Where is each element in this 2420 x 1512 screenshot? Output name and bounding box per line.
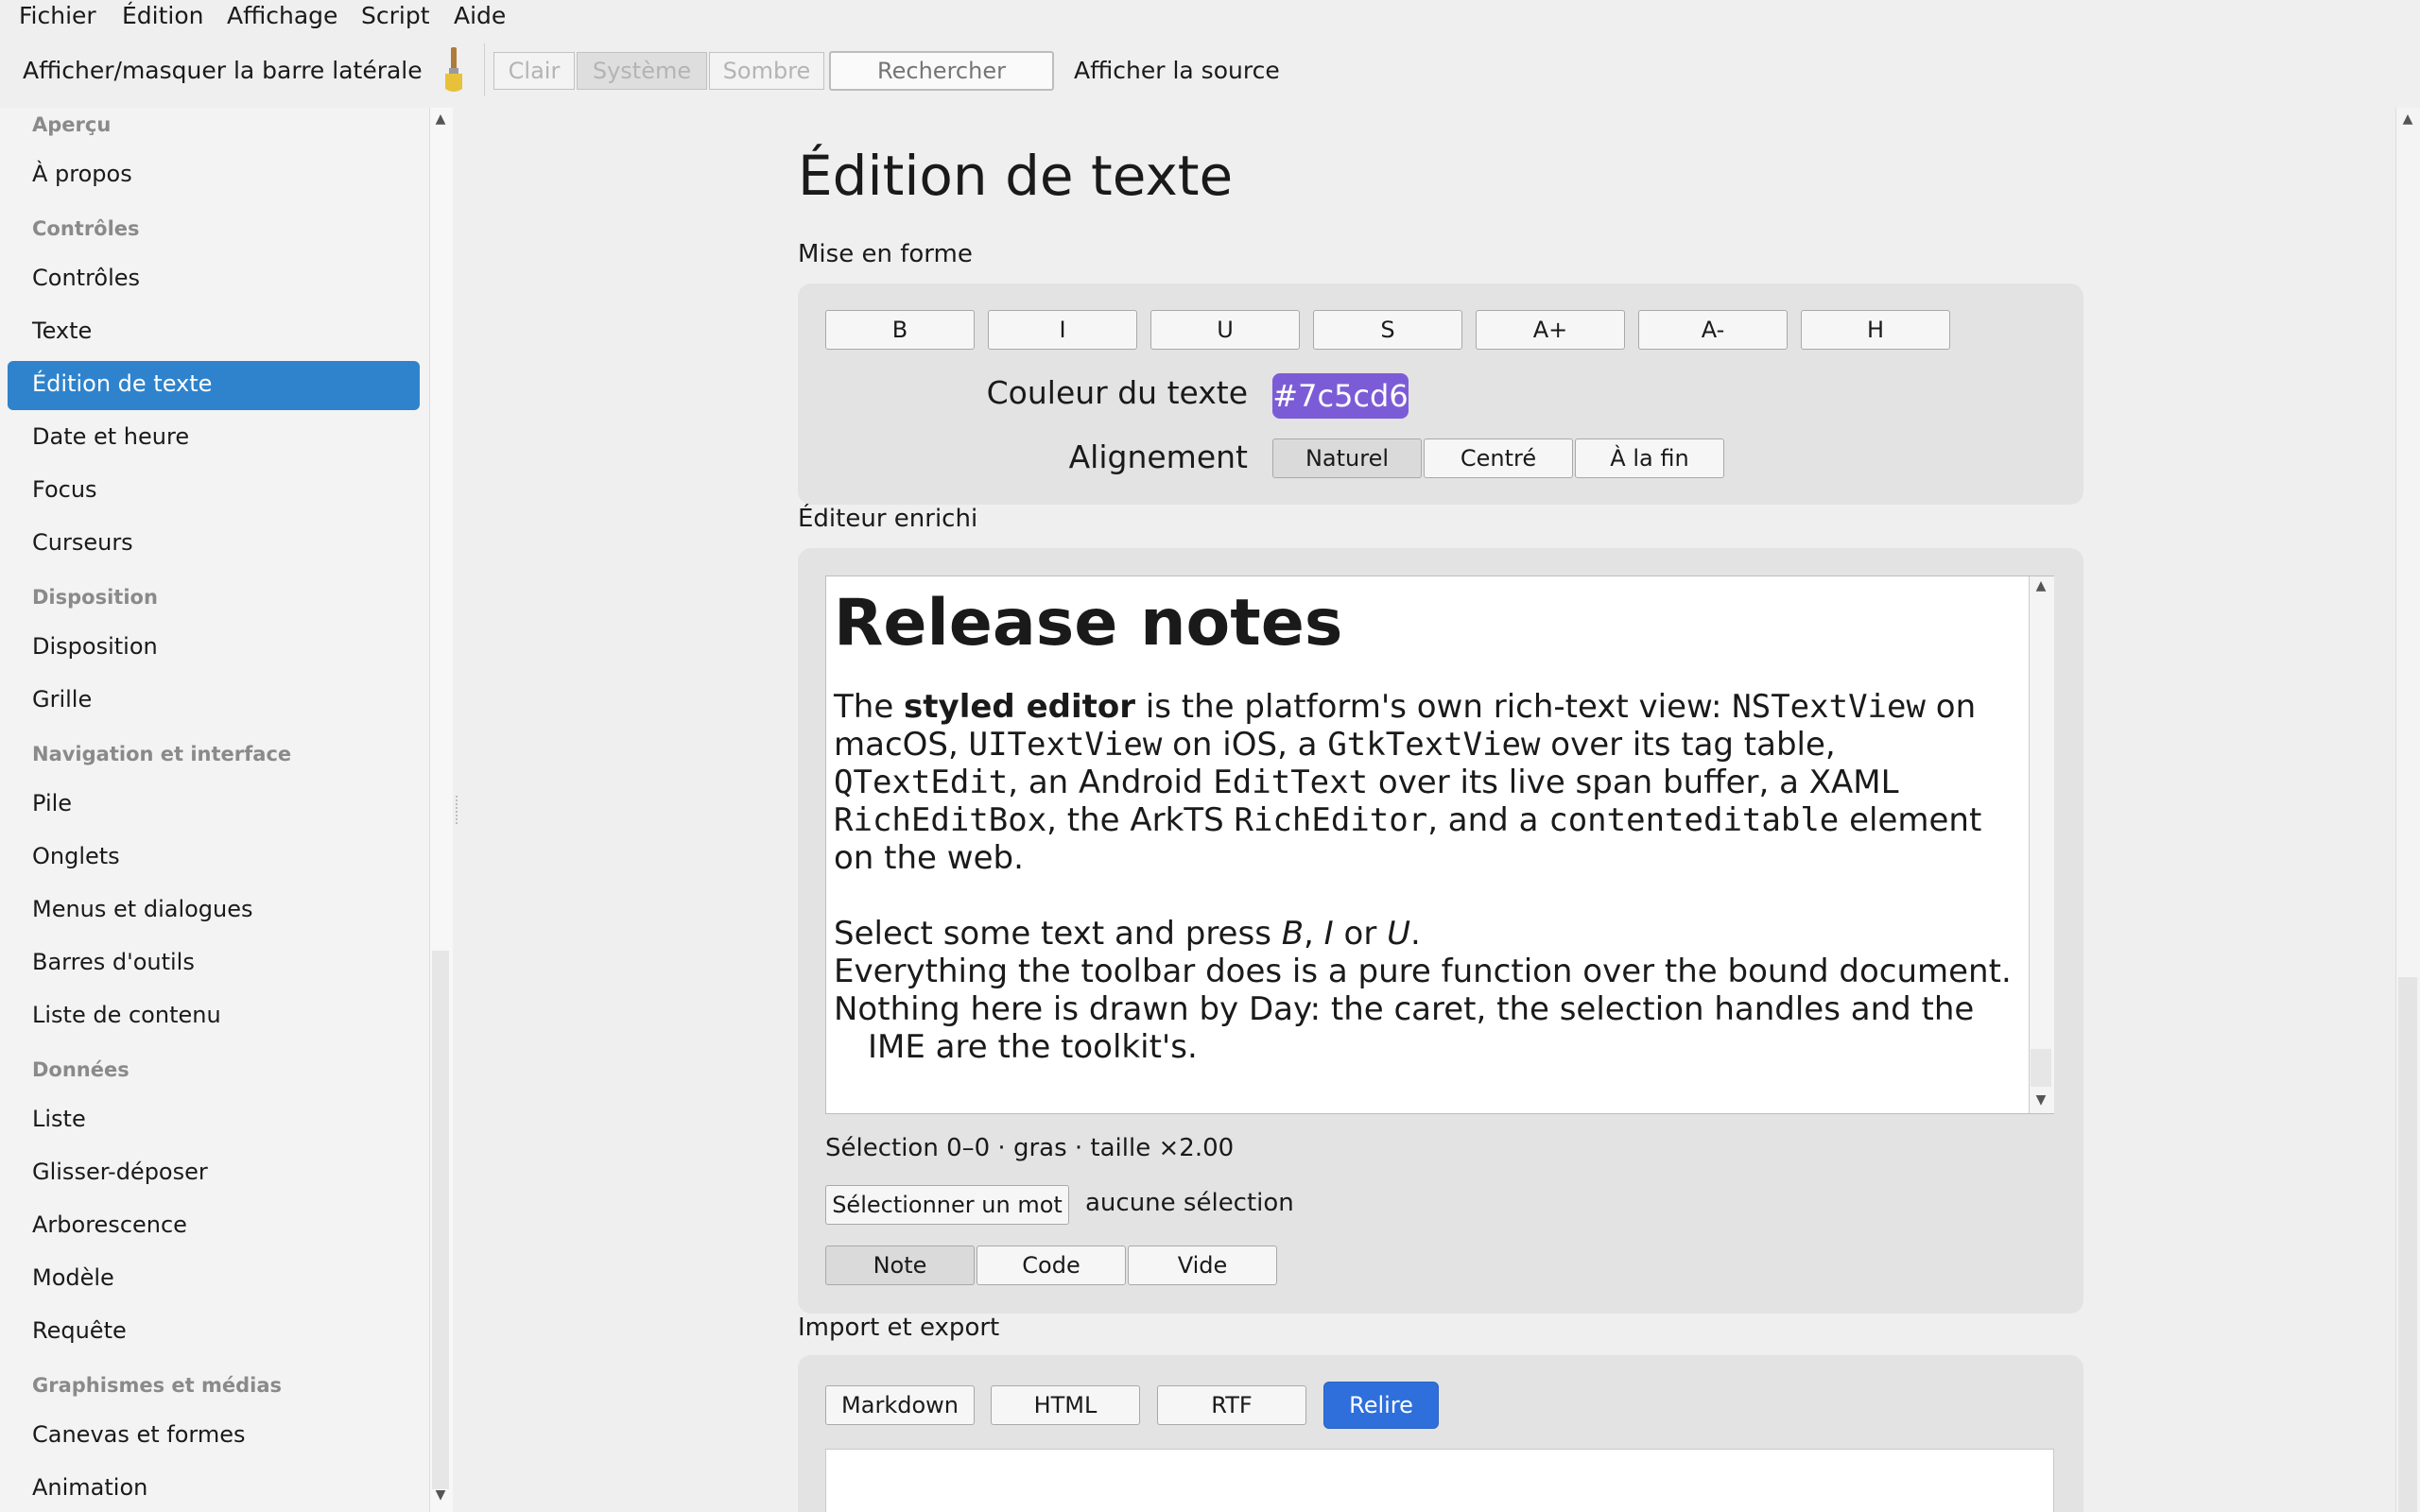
sidebar-header-navigation: Navigation et interface bbox=[32, 743, 292, 765]
import-export-output[interactable] bbox=[825, 1449, 2054, 1512]
underline-button[interactable]: U bbox=[1150, 310, 1300, 350]
selection-text: aucune sélection bbox=[1085, 1189, 1294, 1217]
sidebar-item-canevas-et-formes[interactable]: Canevas et formes bbox=[32, 1421, 246, 1448]
formatting-section-label: Mise en forme bbox=[798, 240, 973, 268]
main-scroll-up-arrow-icon[interactable]: ▲ bbox=[2399, 112, 2416, 127]
sidebar-item-disposition[interactable]: Disposition bbox=[32, 633, 158, 660]
theme-dark-button[interactable]: Sombre bbox=[709, 52, 824, 90]
scroll-up-arrow-icon[interactable]: ▲ bbox=[432, 112, 449, 127]
sidebar-item-animation[interactable]: Animation bbox=[32, 1474, 147, 1501]
rtf-button[interactable]: RTF bbox=[1157, 1385, 1306, 1425]
reload-button[interactable]: Relire bbox=[1323, 1382, 1439, 1429]
rich-editor-section-label: Éditeur enrichi bbox=[798, 505, 978, 533]
sidebar-header-graphismes: Graphismes et médias bbox=[32, 1374, 282, 1397]
markdown-button[interactable]: Markdown bbox=[825, 1385, 975, 1425]
editor-scrollbar-thumb[interactable] bbox=[2031, 1049, 2051, 1087]
align-end-button[interactable]: À la fin bbox=[1575, 438, 1724, 478]
strikethrough-button[interactable]: S bbox=[1313, 310, 1462, 350]
toolbar: Afficher/masquer la barre latérale Clair… bbox=[0, 32, 2420, 108]
sidebar-scrollbar-thumb[interactable] bbox=[432, 951, 449, 1489]
menu-edition[interactable]: Édition bbox=[122, 0, 204, 32]
sidebar-item-a-propos[interactable]: À propos bbox=[32, 161, 132, 187]
menu-aide[interactable]: Aide bbox=[454, 0, 506, 32]
highlight-button[interactable]: H bbox=[1801, 310, 1950, 350]
sidebar-header-apercu: Aperçu bbox=[32, 113, 112, 136]
sidebar-item-controles[interactable]: Contrôles bbox=[32, 265, 140, 291]
menu-bar: Fichier Édition Affichage Script Aide bbox=[0, 0, 2420, 32]
sidebar: Aperçu À propos Contrôles Contrôles Text… bbox=[0, 108, 429, 1512]
increase-size-button[interactable]: A+ bbox=[1476, 310, 1625, 350]
menu-affichage[interactable]: Affichage bbox=[227, 0, 337, 32]
sidebar-item-menus-et-dialogues[interactable]: Menus et dialogues bbox=[32, 896, 253, 922]
preset-note-button[interactable]: Note bbox=[825, 1246, 975, 1285]
sidebar-item-grille[interactable]: Grille bbox=[32, 686, 92, 713]
editor-paragraph-1: The styled editor is the platform's own … bbox=[834, 688, 1982, 877]
search-input[interactable] bbox=[829, 51, 1054, 91]
editor-scroll-down-icon[interactable]: ▼ bbox=[2032, 1092, 2049, 1108]
sidebar-item-curseurs[interactable]: Curseurs bbox=[32, 529, 133, 556]
text-color-swatch[interactable]: #7c5cd6 bbox=[1272, 373, 1409, 419]
sidebar-header-controles: Contrôles bbox=[32, 217, 140, 240]
alignment-label: Alignement bbox=[1068, 438, 1248, 475]
page-title: Édition de texte bbox=[798, 144, 1234, 208]
paintbrush-icon[interactable] bbox=[435, 45, 473, 94]
editor-heading: Release notes bbox=[834, 586, 1343, 661]
preset-code-button[interactable]: Code bbox=[977, 1246, 1126, 1285]
editor-paragraph-2: Select some text and press B, I or U. Ev… bbox=[834, 915, 2012, 1066]
sidebar-header-disposition: Disposition bbox=[32, 586, 158, 609]
sidebar-item-requete[interactable]: Requête bbox=[32, 1317, 127, 1344]
text-color-label: Couleur du texte bbox=[986, 374, 1248, 411]
sidebar-item-texte[interactable]: Texte bbox=[32, 318, 92, 344]
sidebar-item-glisser-deposer[interactable]: Glisser-déposer bbox=[32, 1159, 208, 1185]
scroll-down-arrow-icon[interactable]: ▼ bbox=[432, 1487, 449, 1503]
bold-button[interactable]: B bbox=[825, 310, 975, 350]
sidebar-item-barres-doutils[interactable]: Barres d'outils bbox=[32, 949, 195, 975]
menu-fichier[interactable]: Fichier bbox=[19, 0, 96, 32]
view-source-button[interactable]: Afficher la source bbox=[1074, 50, 1280, 92]
sidebar-header-donnees: Données bbox=[32, 1058, 130, 1081]
editor-scroll-up-icon[interactable]: ▲ bbox=[2032, 578, 2049, 593]
rich-text-editor[interactable]: Release notes The styled editor is the p… bbox=[825, 576, 2054, 1114]
selection-status: Sélection 0–0 · gras · taille ×2.00 bbox=[825, 1134, 1235, 1162]
toggle-sidebar-button[interactable]: Afficher/masquer la barre latérale bbox=[23, 50, 423, 92]
sidebar-item-arborescence[interactable]: Arborescence bbox=[32, 1211, 187, 1238]
sidebar-item-date-et-heure[interactable]: Date et heure bbox=[32, 423, 189, 450]
main-scrollbar-thumb[interactable] bbox=[2398, 977, 2417, 1512]
toolbar-separator bbox=[484, 43, 485, 96]
align-natural-button[interactable]: Naturel bbox=[1272, 438, 1422, 478]
preset-empty-button[interactable]: Vide bbox=[1128, 1246, 1277, 1285]
sidebar-item-liste[interactable]: Liste bbox=[32, 1106, 86, 1132]
splitter-handle[interactable] bbox=[456, 796, 461, 824]
sidebar-item-focus[interactable]: Focus bbox=[32, 476, 97, 503]
italic-button[interactable]: I bbox=[988, 310, 1137, 350]
html-button[interactable]: HTML bbox=[991, 1385, 1140, 1425]
sidebar-item-modele[interactable]: Modèle bbox=[32, 1264, 114, 1291]
theme-light-button[interactable]: Clair bbox=[493, 52, 575, 90]
editor-content[interactable]: Release notes The styled editor is the p… bbox=[834, 576, 2027, 1066]
sidebar-item-edition-de-texte[interactable]: Édition de texte bbox=[32, 370, 212, 397]
theme-system-button[interactable]: Système bbox=[577, 52, 707, 90]
import-export-section-label: Import et export bbox=[798, 1314, 1000, 1342]
decrease-size-button[interactable]: A- bbox=[1638, 310, 1788, 350]
sidebar-item-pile[interactable]: Pile bbox=[32, 790, 72, 816]
sidebar-item-onglets[interactable]: Onglets bbox=[32, 843, 120, 869]
sidebar-item-liste-de-contenu[interactable]: Liste de contenu bbox=[32, 1002, 221, 1028]
editor-scrollbar[interactable] bbox=[2029, 576, 2054, 1113]
menu-script[interactable]: Script bbox=[361, 0, 430, 32]
align-center-button[interactable]: Centré bbox=[1424, 438, 1573, 478]
select-word-button[interactable]: Sélectionner un mot bbox=[825, 1185, 1069, 1225]
